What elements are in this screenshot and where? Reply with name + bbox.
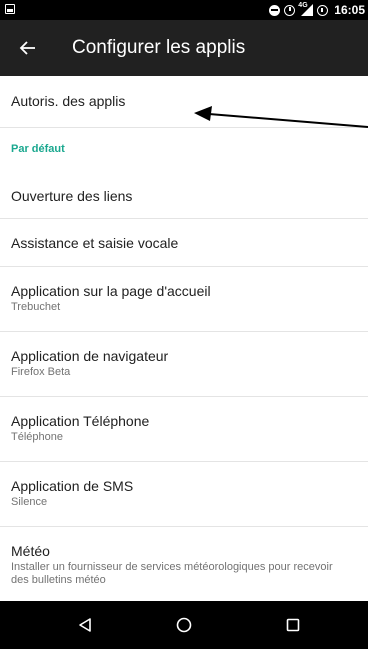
list-item-weather[interactable]: Météo Installer un fournisseur de servic… xyxy=(0,527,368,600)
item-subtitle: Téléphone xyxy=(11,431,63,443)
battery-icon xyxy=(317,4,329,16)
arrow-back-icon xyxy=(19,41,35,55)
notification-icon xyxy=(5,4,15,14)
home-circle-icon xyxy=(176,617,192,633)
app-bar: Configurer les applis xyxy=(0,20,368,76)
recents-square-icon xyxy=(286,618,300,632)
network-type: 4G xyxy=(298,2,308,9)
signal-icon: 4G xyxy=(298,2,314,16)
item-subtitle: Firefox Beta xyxy=(11,366,71,378)
list-item-open-links[interactable]: Ouverture des liens xyxy=(0,172,368,219)
item-subtitle: Silence xyxy=(11,496,48,508)
item-title: Application de navigateur xyxy=(11,348,169,364)
list-item-app-permissions[interactable]: Autoris. des applis xyxy=(0,76,368,128)
nav-recents-button[interactable] xyxy=(263,601,323,649)
item-title: Assistance et saisie vocale xyxy=(11,235,179,251)
status-time: 16:05 xyxy=(334,3,365,17)
status-icons: 4G 16:05 xyxy=(269,2,365,18)
section-header-defaults: Par défaut xyxy=(11,143,65,155)
back-button[interactable] xyxy=(12,32,44,64)
list-item-voice-assist[interactable]: Assistance et saisie vocale xyxy=(0,219,368,267)
item-title: Météo xyxy=(11,543,50,559)
item-title: Ouverture des liens xyxy=(11,188,133,204)
item-title: Autoris. des applis xyxy=(11,93,126,109)
settings-list: Autoris. des applis Par défaut Ouverture… xyxy=(0,76,368,600)
item-title: Application sur la page d'accueil xyxy=(11,283,211,299)
item-title: Application Téléphone xyxy=(11,413,150,429)
list-item-sms-app[interactable]: Application de SMS Silence xyxy=(0,462,368,527)
navigation-bar xyxy=(0,601,368,649)
nav-back-button[interactable] xyxy=(55,601,115,649)
nav-home-button[interactable] xyxy=(154,601,214,649)
do-not-disturb-icon xyxy=(269,4,281,16)
item-title: Application de SMS xyxy=(11,478,134,494)
back-triangle-icon xyxy=(79,618,91,632)
item-subtitle: Trebuchet xyxy=(11,301,61,313)
item-subtitle: Installer un fournisseur de services mét… xyxy=(11,561,333,586)
list-item-phone-app[interactable]: Application Téléphone Téléphone xyxy=(0,397,368,462)
list-item-browser-app[interactable]: Application de navigateur Firefox Beta xyxy=(0,332,368,397)
alarm-icon xyxy=(284,4,296,16)
page-title: Configurer les applis xyxy=(72,37,246,58)
list-item-home-app[interactable]: Application sur la page d'accueil Trebuc… xyxy=(0,267,368,332)
status-bar: 4G 16:05 xyxy=(0,0,368,20)
